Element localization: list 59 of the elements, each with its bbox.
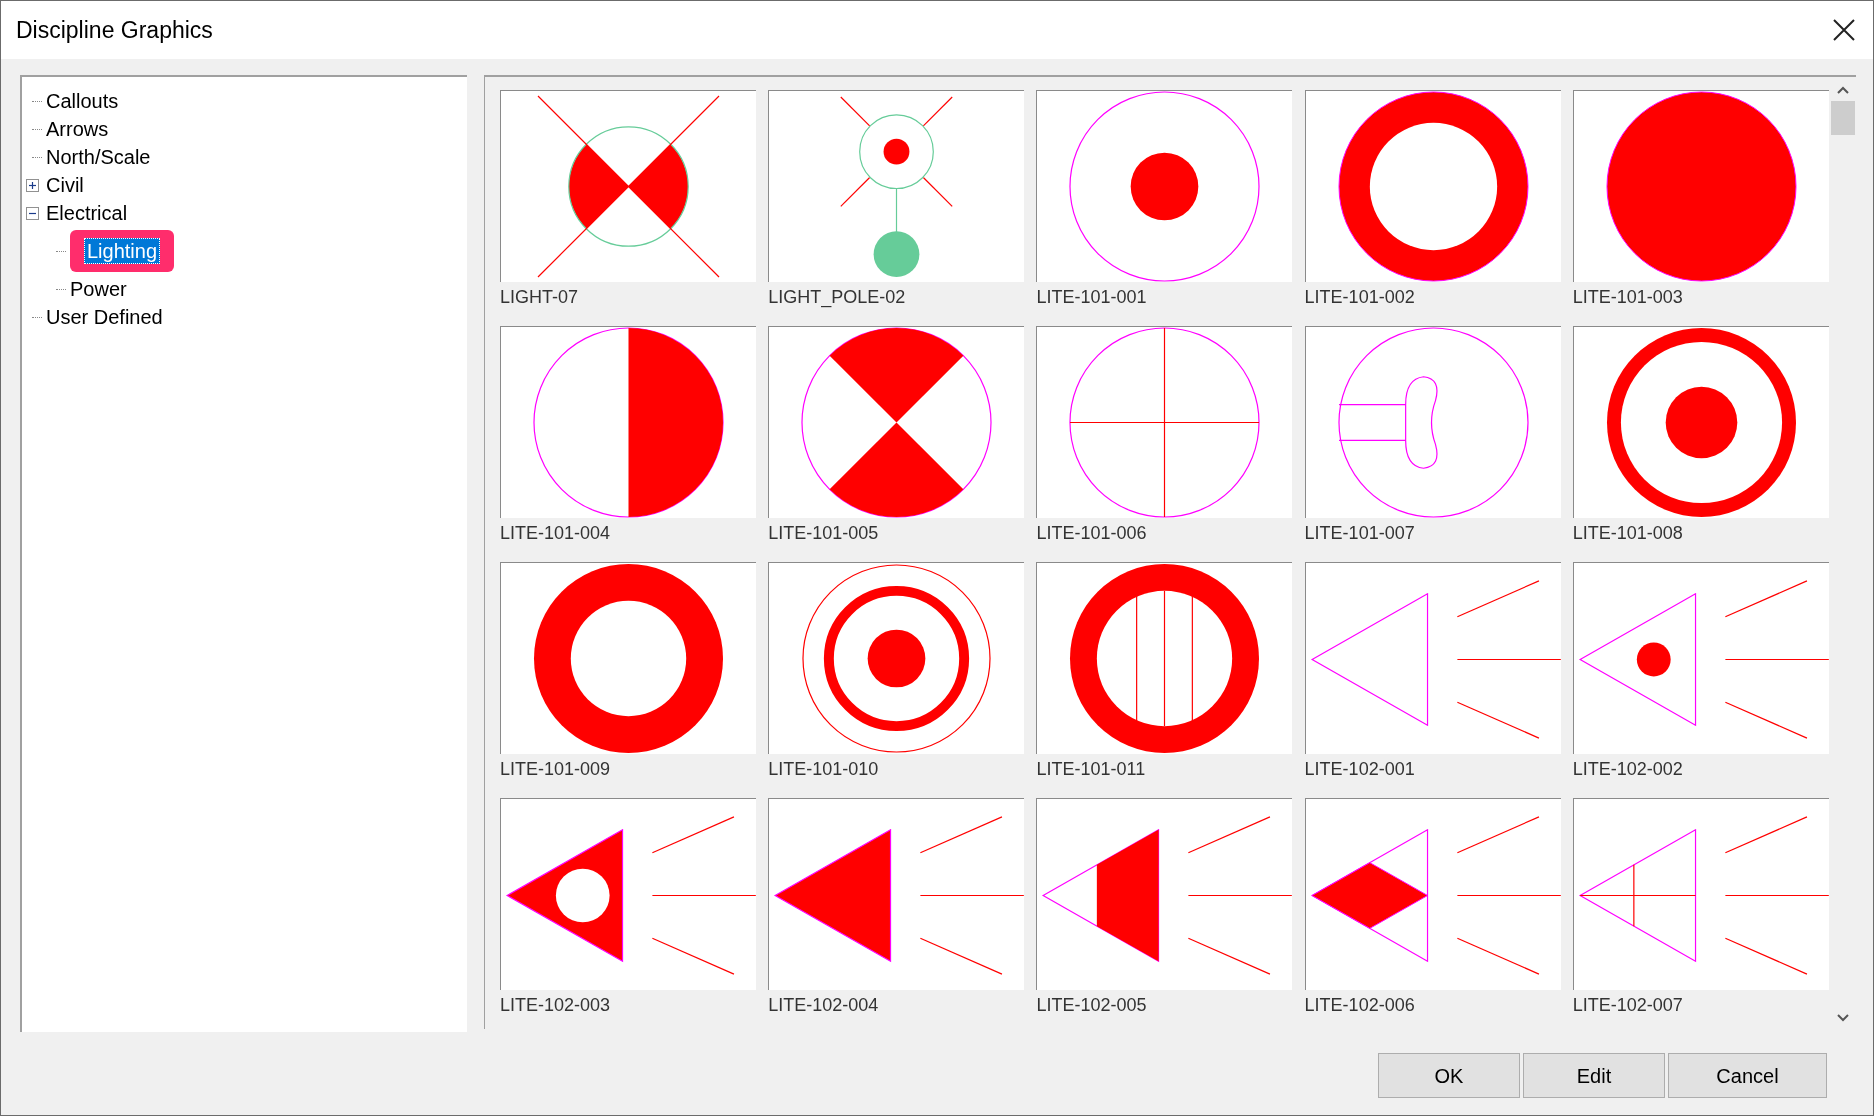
- lighting-symbol-thumbnail[interactable]: [1036, 90, 1293, 282]
- lighting-symbol-thumbnail[interactable]: [1572, 326, 1829, 518]
- symbol-label: LITE-101-005: [768, 522, 880, 544]
- symbol-label: LITE-102-002: [1572, 758, 1684, 780]
- tree-item[interactable]: Electrical: [44, 201, 130, 225]
- symbol-label: LITE-101-010: [768, 758, 880, 780]
- plus-icon: [27, 180, 37, 190]
- dialog-button[interactable]: Cancel: [1668, 1053, 1827, 1098]
- symbol-label: LITE-101-003: [1572, 286, 1684, 308]
- lighting-symbol-thumbnail[interactable]: [1304, 562, 1561, 754]
- lighting-symbol-thumbnail[interactable]: [1036, 562, 1293, 754]
- scroll-down-icon[interactable]: [1835, 1013, 1850, 1023]
- tree-item[interactable]: Power: [68, 277, 129, 301]
- lighting-symbol-thumbnail[interactable]: [1572, 90, 1829, 282]
- symbol-label: LITE-101-002: [1304, 286, 1416, 308]
- tree-item[interactable]: Lighting: [84, 238, 161, 264]
- lighting-symbol-thumbnail[interactable]: [1572, 562, 1829, 754]
- tree-item[interactable]: User Defined: [44, 305, 165, 329]
- symbol-label: LITE-101-009: [500, 758, 612, 780]
- symbol-label: LIGHT_POLE-02: [768, 286, 907, 308]
- symbol-label: LITE-102-005: [1036, 994, 1148, 1016]
- scroll-up-icon[interactable]: [1835, 85, 1850, 95]
- dialog-button[interactable]: Edit: [1523, 1053, 1665, 1098]
- lighting-symbol-thumbnail[interactable]: [1304, 798, 1561, 990]
- lighting-symbol-thumbnail[interactable]: [500, 798, 756, 990]
- symbol-label: LITE-102-003: [500, 994, 612, 1016]
- expand-toggle[interactable]: [25, 178, 39, 192]
- lighting-symbol-thumbnail[interactable]: [1572, 798, 1829, 990]
- scrollbar-thumb[interactable]: [1830, 101, 1855, 135]
- symbol-label: LIGHT-07: [500, 286, 580, 308]
- tree-item[interactable]: North/Scale: [44, 145, 153, 169]
- tree-item[interactable]: Arrows: [44, 117, 111, 141]
- symbol-label: LITE-101-001: [1036, 286, 1148, 308]
- symbol-label: LITE-102-007: [1572, 994, 1684, 1016]
- close-icon[interactable]: [1833, 19, 1855, 41]
- symbol-label: LITE-102-006: [1304, 994, 1416, 1016]
- lighting-symbol-thumbnail[interactable]: [768, 798, 1025, 990]
- lighting-symbol-thumbnail[interactable]: [500, 562, 756, 754]
- symbol-label: LITE-102-004: [768, 994, 880, 1016]
- symbol-label: LITE-101-008: [1572, 522, 1684, 544]
- lighting-symbol-thumbnail[interactable]: [500, 90, 756, 282]
- lighting-symbol-thumbnail[interactable]: [1036, 798, 1293, 990]
- lighting-symbol-thumbnail[interactable]: [768, 90, 1025, 282]
- collapse-toggle[interactable]: [25, 206, 39, 220]
- window-title: Discipline Graphics: [16, 15, 213, 45]
- symbol-label: LITE-101-011: [1036, 758, 1147, 780]
- dialog-button[interactable]: OK: [1378, 1053, 1520, 1098]
- tree-item[interactable]: Civil: [44, 173, 86, 197]
- symbol-label: LITE-101-004: [500, 522, 612, 544]
- lighting-symbol-thumbnail[interactable]: [1036, 326, 1293, 518]
- symbol-label: LITE-101-007: [1304, 522, 1416, 544]
- lighting-symbol-thumbnail[interactable]: [1304, 90, 1561, 282]
- symbol-label: LITE-101-006: [1036, 522, 1148, 544]
- symbol-label: LITE-102-001: [1304, 758, 1416, 780]
- lighting-symbol-thumbnail[interactable]: [500, 326, 756, 518]
- lighting-symbol-thumbnail[interactable]: [1304, 326, 1561, 518]
- lighting-symbol-thumbnail[interactable]: [768, 326, 1025, 518]
- tree-item[interactable]: Callouts: [44, 89, 121, 113]
- lighting-symbol-thumbnail[interactable]: [768, 562, 1025, 754]
